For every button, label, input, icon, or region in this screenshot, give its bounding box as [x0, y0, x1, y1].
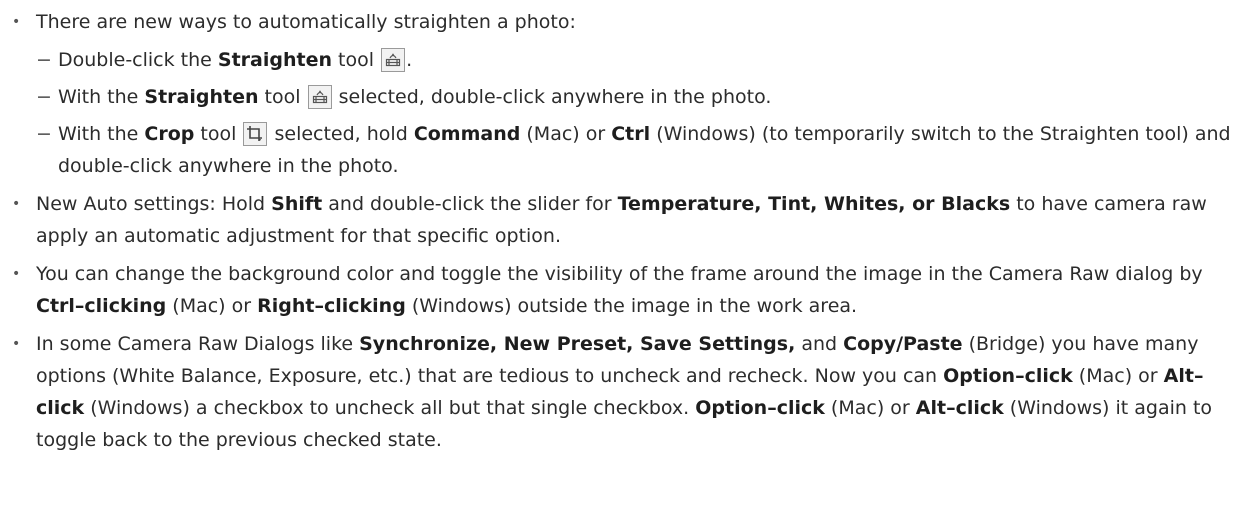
- text-segment: and double-click the slider for: [322, 193, 618, 215]
- text-segment: You can change the background color and …: [36, 263, 1203, 285]
- text-segment: (Windows) a checkbox to uncheck all but …: [84, 397, 696, 419]
- text-segment: tool: [194, 123, 243, 145]
- text-segment: and: [795, 333, 844, 355]
- key-shift: Shift: [271, 193, 323, 215]
- straighten-tool-icon: [381, 48, 406, 72]
- text-segment: selected, double-click anywhere in the p…: [332, 86, 772, 108]
- sub-item-crop-tool: With the Crop tool selected, hold Comman…: [36, 118, 1242, 182]
- text-segment: selected, hold: [268, 123, 414, 145]
- action-ctrl-clicking: Ctrl–clicking: [36, 295, 167, 317]
- text-segment: (Windows) outside the image in the work …: [405, 295, 858, 317]
- text-segment: With the: [58, 123, 145, 145]
- list-item-straighten: There are new ways to automatically stra…: [0, 6, 1250, 182]
- action-option-click: Option–click: [943, 365, 1073, 387]
- slider-names: Temperature, Tint, Whites, or Blacks: [617, 193, 1011, 215]
- dialog-names: Synchronize, New Preset, Save Settings,: [359, 333, 796, 355]
- action-right-clicking: Right–clicking: [257, 295, 406, 317]
- text-segment: (Mac) or: [166, 295, 258, 317]
- action-alt-click: Alt–click: [915, 397, 1004, 419]
- text-segment: Double-click the: [58, 49, 218, 71]
- text-segment: tool: [258, 86, 307, 108]
- action-option-click: Option–click: [695, 397, 825, 419]
- text-segment: With the: [58, 86, 145, 108]
- text-segment: New Auto settings: Hold: [36, 193, 272, 215]
- tool-name-crop: Crop: [144, 123, 195, 145]
- text-segment: In some Camera Raw Dialogs like: [36, 333, 360, 355]
- straighten-tool-icon: [307, 85, 332, 109]
- tool-name-straighten: Straighten: [217, 49, 332, 71]
- text-segment: (Mac) or: [824, 397, 916, 419]
- sub-item-double-click-tool: Double-click the Straighten tool .: [36, 44, 1242, 76]
- key-ctrl: Ctrl: [611, 123, 651, 145]
- list-item-dialog-checkboxes: In some Camera Raw Dialogs like Synchron…: [0, 328, 1250, 456]
- crop-tool-icon: [243, 122, 268, 146]
- straighten-intro-text: There are new ways to automatically stra…: [36, 11, 576, 33]
- sub-item-straighten-selected: With the Straighten tool selected, doubl…: [36, 81, 1242, 113]
- tips-list: There are new ways to automatically stra…: [0, 0, 1250, 456]
- text-segment: .: [406, 49, 413, 71]
- text-segment: tool: [332, 49, 381, 71]
- straighten-sub-list: Double-click the Straighten tool . With …: [36, 44, 1242, 182]
- dialog-copy-paste: Copy/Paste: [843, 333, 963, 355]
- text-segment: (Mac) or: [1072, 365, 1164, 387]
- list-item-background-color: You can change the background color and …: [0, 258, 1250, 322]
- document-page: There are new ways to automatically stra…: [0, 0, 1250, 529]
- text-segment: (Mac) or: [520, 123, 612, 145]
- tool-name-straighten: Straighten: [144, 86, 259, 108]
- key-command: Command: [413, 123, 521, 145]
- list-item-auto-settings: New Auto settings: Hold Shift and double…: [0, 188, 1250, 252]
